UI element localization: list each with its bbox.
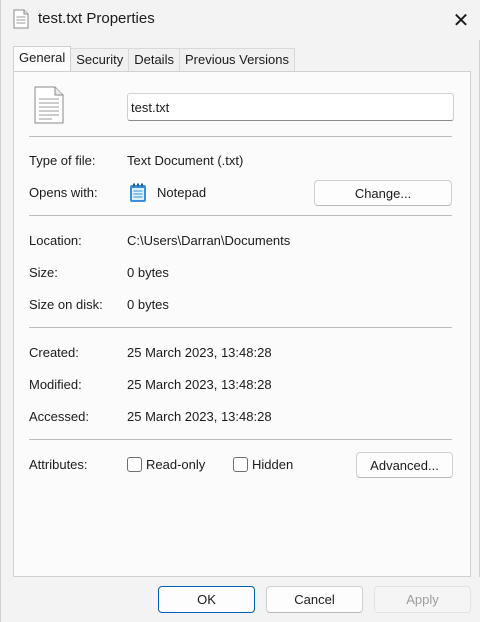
general-panel: Type of file: Text Document (.txt) Opens… (13, 71, 471, 577)
created-label: Created: (29, 345, 79, 360)
window-title: test.txt Properties (38, 10, 155, 27)
cancel-button[interactable]: Cancel (266, 586, 363, 613)
size-label: Size: (29, 265, 58, 280)
size-on-disk-label: Size on disk: (29, 297, 103, 312)
accessed-label: Accessed: (29, 409, 89, 424)
read-only-checkbox[interactable]: Read-only (127, 457, 205, 472)
close-button[interactable]: ✕ (441, 0, 480, 40)
text-document-icon (34, 86, 64, 124)
modified-label: Modified: (29, 377, 82, 392)
tab-previous-versions[interactable]: Previous Versions (178, 48, 296, 71)
hidden-label: Hidden (252, 457, 294, 472)
location-label: Location: (29, 233, 82, 248)
properties-window: test.txt Properties ✕ General Security D… (0, 0, 480, 622)
advanced-button[interactable]: Advanced... (356, 452, 453, 478)
tab-general[interactable]: General (13, 46, 72, 71)
divider (29, 327, 452, 328)
checkbox-box[interactable] (127, 457, 142, 472)
apply-button[interactable]: Apply (374, 586, 471, 613)
hidden-checkbox[interactable]: Hidden (233, 457, 293, 472)
read-only-label: Read-only (146, 457, 206, 472)
checkbox-box[interactable] (233, 457, 248, 472)
accessed-value: 25 March 2023, 13:48:28 (127, 409, 272, 424)
tab-strip: General Security Details Previous Versio… (13, 46, 296, 71)
title-bar[interactable]: test.txt Properties ✕ (1, 0, 480, 40)
opens-with-label: Opens with: (29, 185, 98, 200)
file-name-input[interactable] (127, 93, 454, 121)
opens-with-app: Notepad (157, 185, 207, 200)
size-value: 0 bytes (127, 265, 169, 280)
text-document-icon (13, 9, 29, 29)
ok-button[interactable]: OK (158, 586, 255, 613)
divider (29, 215, 452, 216)
change-button[interactable]: Change... (314, 180, 452, 206)
modified-value: 25 March 2023, 13:48:28 (127, 377, 272, 392)
attributes-label: Attributes: (29, 457, 88, 472)
dialog-footer: OK Cancel Apply (1, 577, 480, 622)
divider (29, 136, 452, 137)
divider (29, 439, 452, 440)
created-value: 25 March 2023, 13:48:28 (127, 345, 272, 360)
location-value: C:\Users\Darran\Documents (127, 233, 291, 248)
tab-details[interactable]: Details (128, 48, 180, 71)
close-icon: ✕ (452, 9, 470, 32)
type-of-file-value: Text Document (.txt) (127, 153, 244, 168)
notepad-icon (130, 183, 146, 202)
tab-security[interactable]: Security (70, 48, 130, 71)
size-on-disk-value: 0 bytes (127, 297, 169, 312)
type-of-file-label: Type of file: (29, 153, 96, 168)
